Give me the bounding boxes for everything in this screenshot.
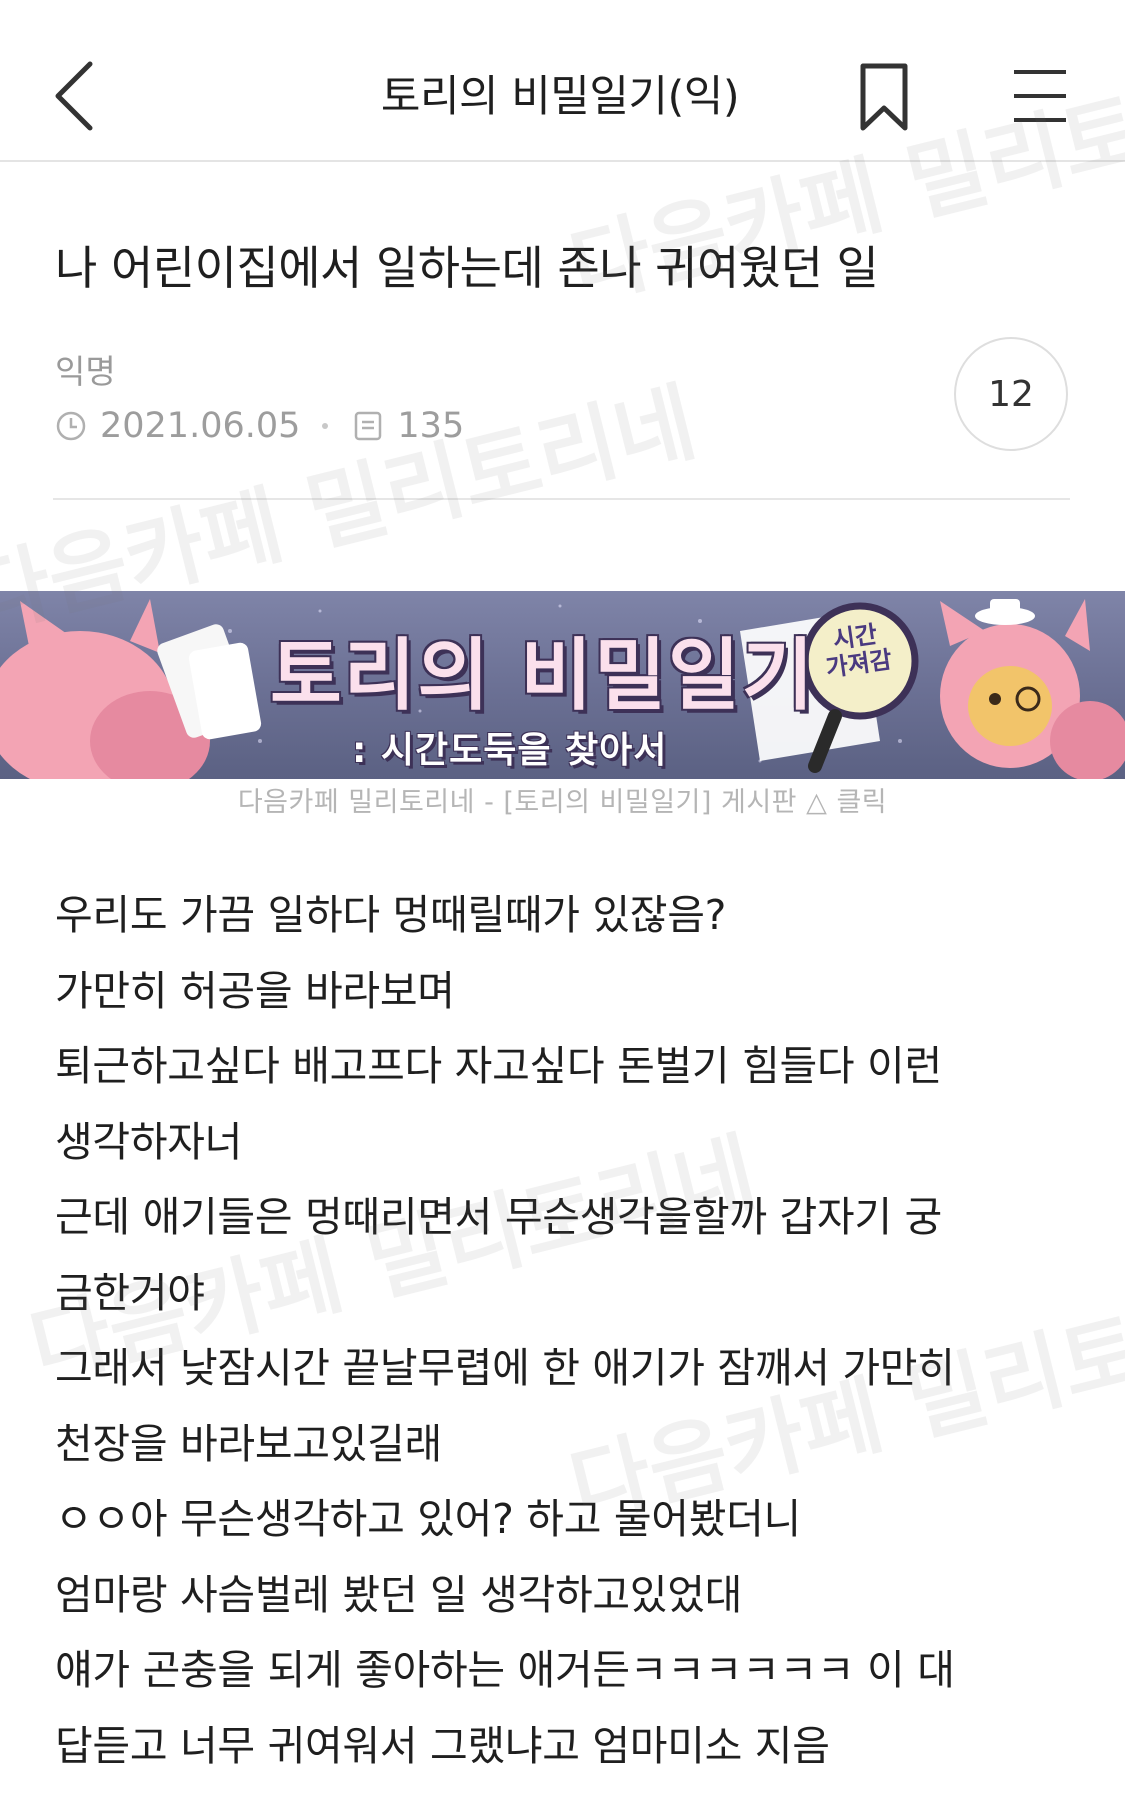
- post-title: 나 어린이집에서 일하는데 존나 귀여웠던 일: [55, 241, 879, 295]
- board-title: 토리의 비밀일기(익): [380, 72, 740, 122]
- body-line: 그래서 낮잠시간 끝날무렵에 한 애기가 잠깨서 가만히: [55, 1344, 955, 1392]
- author-name[interactable]: 익명: [55, 345, 116, 393]
- back-button[interactable]: [48, 54, 108, 144]
- body-line: 생각하자너: [55, 1117, 243, 1166]
- post-body: 우리도 가끔 일하다 멍때릴때가 있잖음? 가만히 허공을 바라보며 퇴근하고싶…: [55, 878, 1075, 1784]
- body-line: 퇴근하고싶다 배고프다 자고싶다 돈벌기 힘들다 이런: [55, 1042, 942, 1090]
- banner-subtitle: : 시간도둑을 찾아서: [352, 730, 668, 771]
- bookmark-icon: [860, 63, 908, 131]
- menu-button[interactable]: [1010, 66, 1070, 126]
- clock-icon: [56, 411, 86, 441]
- body-line: 가만히 허공을 바라보며: [55, 966, 455, 1015]
- board-banner[interactable]: 토리의 비밀일기 : 시간도둑을 찾아서: [0, 591, 1125, 779]
- body-line: 천장을 바라보고있길래: [55, 1419, 442, 1468]
- banner-caption-link[interactable]: 다음카페 밀리토리네 - [토리의 비밀일기] 게시판 △ 클릭: [0, 780, 1125, 819]
- body-line: 얘가 곤충을 되게 좋아하는 애거든ㅋㅋㅋㅋㅋㅋ 이 대: [55, 1646, 955, 1694]
- view-count: 135: [397, 406, 465, 446]
- view-count-icon: [355, 411, 382, 441]
- banner-title: 토리의 비밀일기: [270, 631, 816, 721]
- post-meta: 2021.06.05 135: [55, 404, 464, 448]
- body-line: 우리도 가끔 일하다 멍때릴때가 있잖음?: [55, 891, 727, 939]
- body-line: ㅇㅇ아 무슨생각하고 있어? 하고 물어봤더니: [55, 1495, 801, 1543]
- body-line: 답듣고 너무 귀여워서 그랬냐고 엄마미소 지음: [55, 1721, 830, 1770]
- app-header: 토리의 비밀일기(익): [0, 0, 1125, 162]
- comment-count-button[interactable]: 12: [954, 337, 1068, 451]
- body-line: 근데 애기들은 멍때리면서 무슨생각을할까 갑자기 궁: [55, 1193, 942, 1241]
- post-date: 2021.06.05: [100, 406, 301, 446]
- hamburger-menu-icon: [1014, 70, 1066, 122]
- meta-separator: [322, 423, 329, 429]
- chevron-left-icon: [55, 61, 93, 131]
- divider: [53, 498, 1070, 500]
- body-line: 금한거야: [55, 1268, 205, 1317]
- bookmark-button[interactable]: [857, 62, 911, 132]
- body-line: 엄마랑 사슴벌레 봤던 일 생각하고있었대: [55, 1570, 743, 1619]
